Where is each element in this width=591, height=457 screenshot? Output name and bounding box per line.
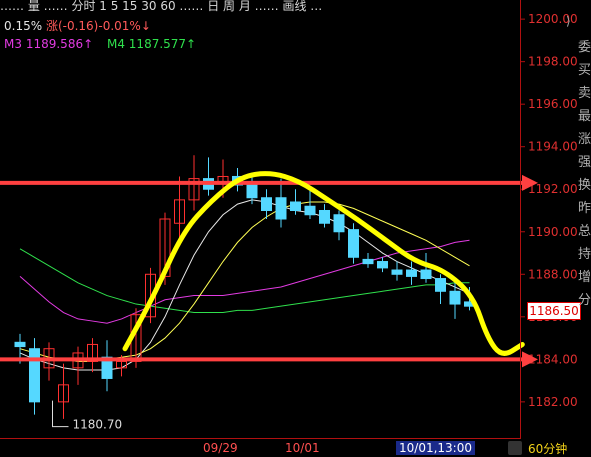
x-axis: 09/29 10/01 10/01,13:00 [0,438,521,457]
ma-line-4 [19,201,470,362]
candle-down [261,197,272,211]
last-price-tag: 1186.50 [527,302,581,320]
y-tick-label: 1182.00 [528,395,578,409]
side-panel-labels[interactable]: 委买卖最涨强换昨总持增分 [578,36,591,312]
candle-down [14,341,26,348]
y-tick-label: 1188.00 [528,267,578,281]
chevron-right-icon[interactable]: ⟩ [566,14,580,28]
x-tick-label: 09/29 [203,441,238,455]
candle-down [333,214,345,233]
timeframe-toggle-icon[interactable] [508,441,522,455]
candle-down [435,278,446,292]
y-tick-label: 1196.00 [528,97,578,111]
candle-down [246,184,258,199]
candle-down [406,269,417,277]
y-tick-label: 1190.00 [528,225,578,239]
candle-down [449,290,461,305]
candle-down [29,348,40,403]
candle-down [391,269,403,275]
chart-window: { "header": { "truncated_text": "…… 量 ……… [0,0,591,457]
low-marker-line [52,400,69,428]
timeframe-label[interactable]: 60分钟 [528,440,567,457]
candle-down [420,269,432,280]
y-tick-label: 1194.00 [528,140,578,154]
y-tick-label: 1198.00 [528,55,578,69]
x-tick-label: 10/01 [285,441,320,455]
candle-down [377,261,388,269]
candle-down [275,197,287,220]
candle-down [290,201,301,211]
low-label: 1180.70 [73,418,123,432]
x-tick-label-cursor: 10/01,13:00 [396,441,475,455]
candle-down [348,229,359,258]
y-tick-label: 1192.00 [528,182,578,196]
candle-down [304,205,316,216]
candle-down [319,209,330,224]
ma-line-2 [19,248,470,314]
candlestick-chart[interactable]: 1182.001184.001186.001188.001190.001192.… [0,0,591,457]
candle-down [362,258,374,265]
